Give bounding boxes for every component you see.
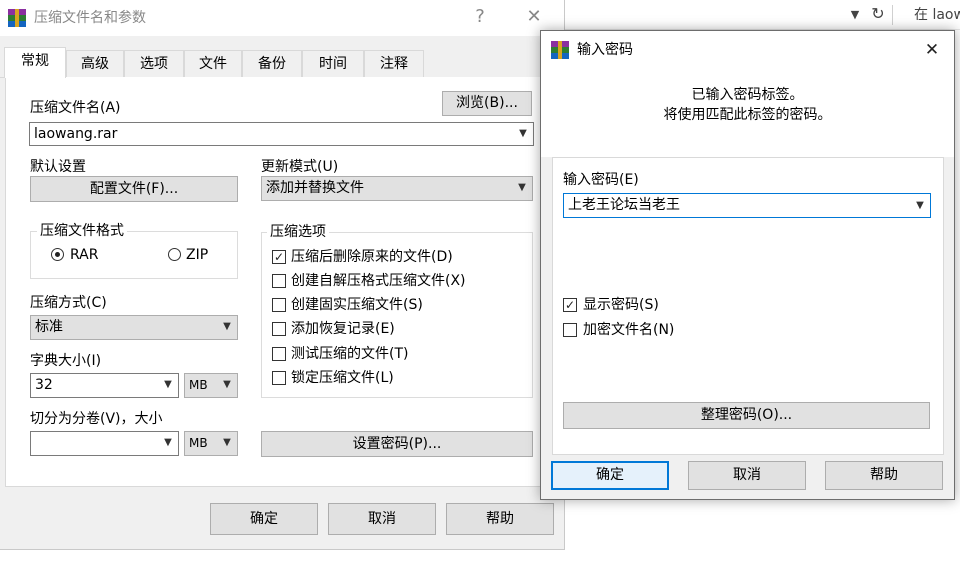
chevron-down-icon[interactable]: ▼ xyxy=(160,436,176,450)
info-line-1: 已输入密码标签。 xyxy=(691,87,804,103)
archive-name-input[interactable]: laowang.rar xyxy=(29,122,534,146)
dictionary-size-label: 字典大小(I) xyxy=(30,353,102,369)
tab-files[interactable]: 文件 xyxy=(184,50,242,78)
browse-button[interactable]: 浏览(B)... xyxy=(442,91,532,116)
winrar-logo-icon xyxy=(8,9,26,27)
archive-name-label: 压缩文件名(A) xyxy=(30,100,121,116)
close-icon[interactable]: ✕ xyxy=(921,39,943,61)
archive-format-title: 压缩文件格式 xyxy=(37,223,127,239)
password-ok-button[interactable]: 确定 xyxy=(551,461,669,490)
browser-search-box[interactable]: 在 laow xyxy=(914,5,960,25)
refresh-icon[interactable]: ↻ xyxy=(868,4,888,24)
sfx-label: 创建自解压格式压缩文件(X) xyxy=(291,273,466,289)
enter-password-dialog: 输入密码 ✕ 已输入密码标签。 将使用匹配此标签的密码。 输入密码(E) 上老王… xyxy=(540,30,955,500)
chevron-down-icon[interactable]: ▼ xyxy=(515,127,531,141)
set-password-button[interactable]: 设置密码(P)... xyxy=(261,431,533,457)
winrar-logo-icon xyxy=(551,41,569,59)
compression-method-select[interactable]: 标准 xyxy=(30,315,238,340)
encrypt-names-checkbox[interactable] xyxy=(563,323,577,337)
dialog-title: 压缩文件名和参数 xyxy=(34,10,146,26)
split-volumes-label: 切分为分卷(V)，大小 xyxy=(30,411,163,427)
solid-checkbox[interactable] xyxy=(272,298,286,312)
chevron-down-icon[interactable]: ▼ xyxy=(160,378,176,392)
password-input[interactable]: 上老王论坛当老王 xyxy=(563,193,931,218)
test-files-checkbox[interactable] xyxy=(272,347,286,361)
default-settings-label: 默认设置 xyxy=(30,159,86,175)
compression-method-label: 压缩方式(C) xyxy=(30,295,107,311)
profiles-button[interactable]: 配置文件(F)... xyxy=(30,176,238,202)
recovery-record-label: 添加恢复记录(E) xyxy=(291,321,395,337)
toolbar-divider xyxy=(892,5,893,25)
organize-passwords-button[interactable]: 整理密码(O)... xyxy=(563,402,930,429)
password-help-button[interactable]: 帮助 xyxy=(825,461,943,490)
chevron-down-icon[interactable]: ▼ xyxy=(219,436,235,450)
tab-time[interactable]: 时间 xyxy=(302,50,364,78)
close-icon[interactable]: ✕ xyxy=(519,0,549,34)
info-line-2: 将使用匹配此标签的密码。 xyxy=(663,107,832,123)
lock-archive-checkbox[interactable] xyxy=(272,371,286,385)
cancel-button[interactable]: 取消 xyxy=(328,503,436,535)
tab-comment[interactable]: 注释 xyxy=(364,50,424,78)
archive-settings-dialog: 压缩文件名和参数 ? ✕ 常规 高级 选项 文件 备份 时间 注释 压缩文件名(… xyxy=(0,0,565,550)
recovery-record-checkbox[interactable] xyxy=(272,322,286,336)
chevron-down-icon[interactable]: ▼ xyxy=(219,378,235,392)
delete-after-checkbox[interactable]: ✓ xyxy=(272,250,286,264)
browser-toolbar xyxy=(565,0,960,30)
show-password-checkbox[interactable]: ✓ xyxy=(563,298,577,312)
update-mode-select[interactable]: 添加并替换文件 xyxy=(261,176,533,201)
tab-general[interactable]: 常规 xyxy=(4,47,66,78)
split-size-input[interactable] xyxy=(30,431,179,456)
rar-radio[interactable] xyxy=(51,248,64,261)
password-cancel-button[interactable]: 取消 xyxy=(688,461,806,490)
chevron-down-icon[interactable]: ▼ xyxy=(514,181,530,195)
chevron-down-icon[interactable]: ▼ xyxy=(219,320,235,334)
rar-label: RAR xyxy=(70,247,99,263)
chevron-down-icon[interactable]: ▼ xyxy=(912,199,928,213)
tab-options[interactable]: 选项 xyxy=(124,50,184,78)
ok-button[interactable]: 确定 xyxy=(210,503,318,535)
lock-archive-label: 锁定压缩文件(L) xyxy=(291,370,394,386)
password-dialog-title: 输入密码 xyxy=(577,42,633,58)
update-mode-label: 更新模式(U) xyxy=(261,159,339,175)
chevron-down-icon[interactable]: ▼ xyxy=(846,6,864,24)
tab-backup[interactable]: 备份 xyxy=(242,50,302,78)
password-label: 输入密码(E) xyxy=(563,172,639,188)
zip-label: ZIP xyxy=(186,247,209,263)
dictionary-size-input[interactable]: 32 xyxy=(30,373,179,398)
compression-options-title: 压缩选项 xyxy=(267,224,329,240)
zip-radio[interactable] xyxy=(168,248,181,261)
sfx-checkbox[interactable] xyxy=(272,274,286,288)
help-icon[interactable]: ? xyxy=(465,0,495,34)
test-files-label: 测试压缩的文件(T) xyxy=(291,346,409,362)
show-password-label: 显示密码(S) xyxy=(583,297,659,313)
delete-after-label: 压缩后删除原来的文件(D) xyxy=(291,249,453,265)
solid-label: 创建固实压缩文件(S) xyxy=(291,297,423,313)
tab-advanced[interactable]: 高级 xyxy=(66,50,124,78)
help-button[interactable]: 帮助 xyxy=(446,503,554,535)
encrypt-names-label: 加密文件名(N) xyxy=(583,322,675,338)
